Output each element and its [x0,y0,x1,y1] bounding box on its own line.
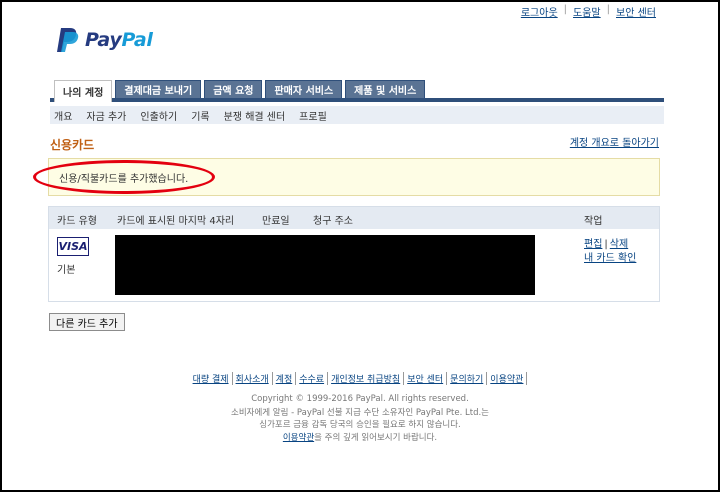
terms-suffix: 을 주의 깊게 읽어보시기 바랍니다. [314,433,438,443]
card-table: 카드 유형 카드에 표시된 마지막 4자리 만료일 청구 주소 작업 VISA … [48,206,660,302]
sub-navigation: 개요 자금 추가 인출하기 기록 분쟁 해결 센터 프로필 [50,106,664,124]
security-center-link[interactable]: 보안 센터 [616,4,656,19]
default-card-label: 기본 [57,265,76,276]
top-links: 로그아웃 | 도움말 | 보안 센터 [521,4,656,19]
consumer-notice-line2: 싱가포르 금융 감독 당국의 승인을 필요로 하지 않습니다. [259,420,461,430]
header-card-type: 카드 유형 [57,216,97,227]
separator: | [606,4,611,15]
subnav-resolution-center[interactable]: 분쟁 해결 센터 [224,108,286,123]
page-title: 신용카드 [50,138,95,152]
tab-products-services[interactable]: 제품 및 서비스 [345,80,426,98]
footer-links: 대량 결제 회사소개 계정 수수료 개인정보 취급방침 보안 센터 문의하기 이… [0,372,720,385]
subnav-add-funds[interactable]: 자금 추가 [86,108,126,123]
table-row: VISA 기본 편집 | 삭제 내 카드 확인 [49,229,659,301]
header-last-four: 카드에 표시된 마지막 4자리 [117,216,235,227]
redacted-card-details [115,235,535,295]
terms-link[interactable]: 이용약관 [283,433,314,443]
delete-card-link[interactable]: 삭제 [610,239,628,250]
subnav-history[interactable]: 기록 [191,108,209,123]
tab-merchant-services[interactable]: 판매자 서비스 [265,80,343,98]
consumer-notice-line1: 소비자에게 알림 - PayPal 선불 지급 수단 소유자인 PayPal P… [231,408,489,418]
subnav-withdraw[interactable]: 인출하기 [140,108,177,123]
back-to-overview-link[interactable]: 계정 개요로 돌아가기 [570,134,659,149]
help-link[interactable]: 도움말 [573,4,601,19]
tab-request-money[interactable]: 금액 요청 [204,80,263,98]
main-tabs: 나의 계정 결제대금 보내기 금액 요청 판매자 서비스 제품 및 서비스 [50,80,664,102]
paypal-wordmark: PayPal [85,29,153,51]
footer-link-contact[interactable]: 문의하기 [447,372,488,385]
edit-card-link[interactable]: 편집 [584,239,602,250]
header-actions: 작업 [584,216,603,227]
separator: | [563,4,568,15]
paypal-logo[interactable]: PayPal [57,26,153,54]
visa-card-icon: VISA [57,237,89,256]
highlight-ellipse [33,160,215,194]
footer-link-terms[interactable]: 이용약관 [487,372,528,385]
tab-my-account[interactable]: 나의 계정 [54,80,113,102]
terms-notice: 이용약관을 주의 깊게 읽어보시기 바랍니다. [0,431,720,443]
subnav-profile[interactable]: 프로필 [299,108,327,123]
header-billing-address: 청구 주소 [313,216,353,227]
header-expiry: 만료일 [262,216,290,227]
paypal-p-icon [57,28,79,52]
footer-link-privacy[interactable]: 개인정보 취급방침 [328,372,405,385]
tab-send-payment[interactable]: 결제대금 보내기 [115,80,202,98]
table-header: 카드 유형 카드에 표시된 마지막 4자리 만료일 청구 주소 작업 [49,207,659,229]
copyright-text: Copyright © 1999-2016 PayPal. All rights… [251,394,469,404]
footer-link-mass-pay[interactable]: 대량 결제 [193,372,233,385]
footer-link-security[interactable]: 보안 센터 [404,372,448,385]
subnav-overview[interactable]: 개요 [54,108,72,123]
footer-link-account[interactable]: 계정 [273,372,297,385]
logout-link[interactable]: 로그아웃 [521,4,558,19]
footer-link-about[interactable]: 회사소개 [233,372,273,385]
add-another-card-button[interactable]: 다른 카드 추가 [49,313,125,331]
separator: | [604,239,608,250]
card-actions: 편집 | 삭제 내 카드 확인 [584,238,636,266]
verify-card-link[interactable]: 내 카드 확인 [584,253,636,264]
footer-link-fees[interactable]: 수수료 [296,372,329,385]
